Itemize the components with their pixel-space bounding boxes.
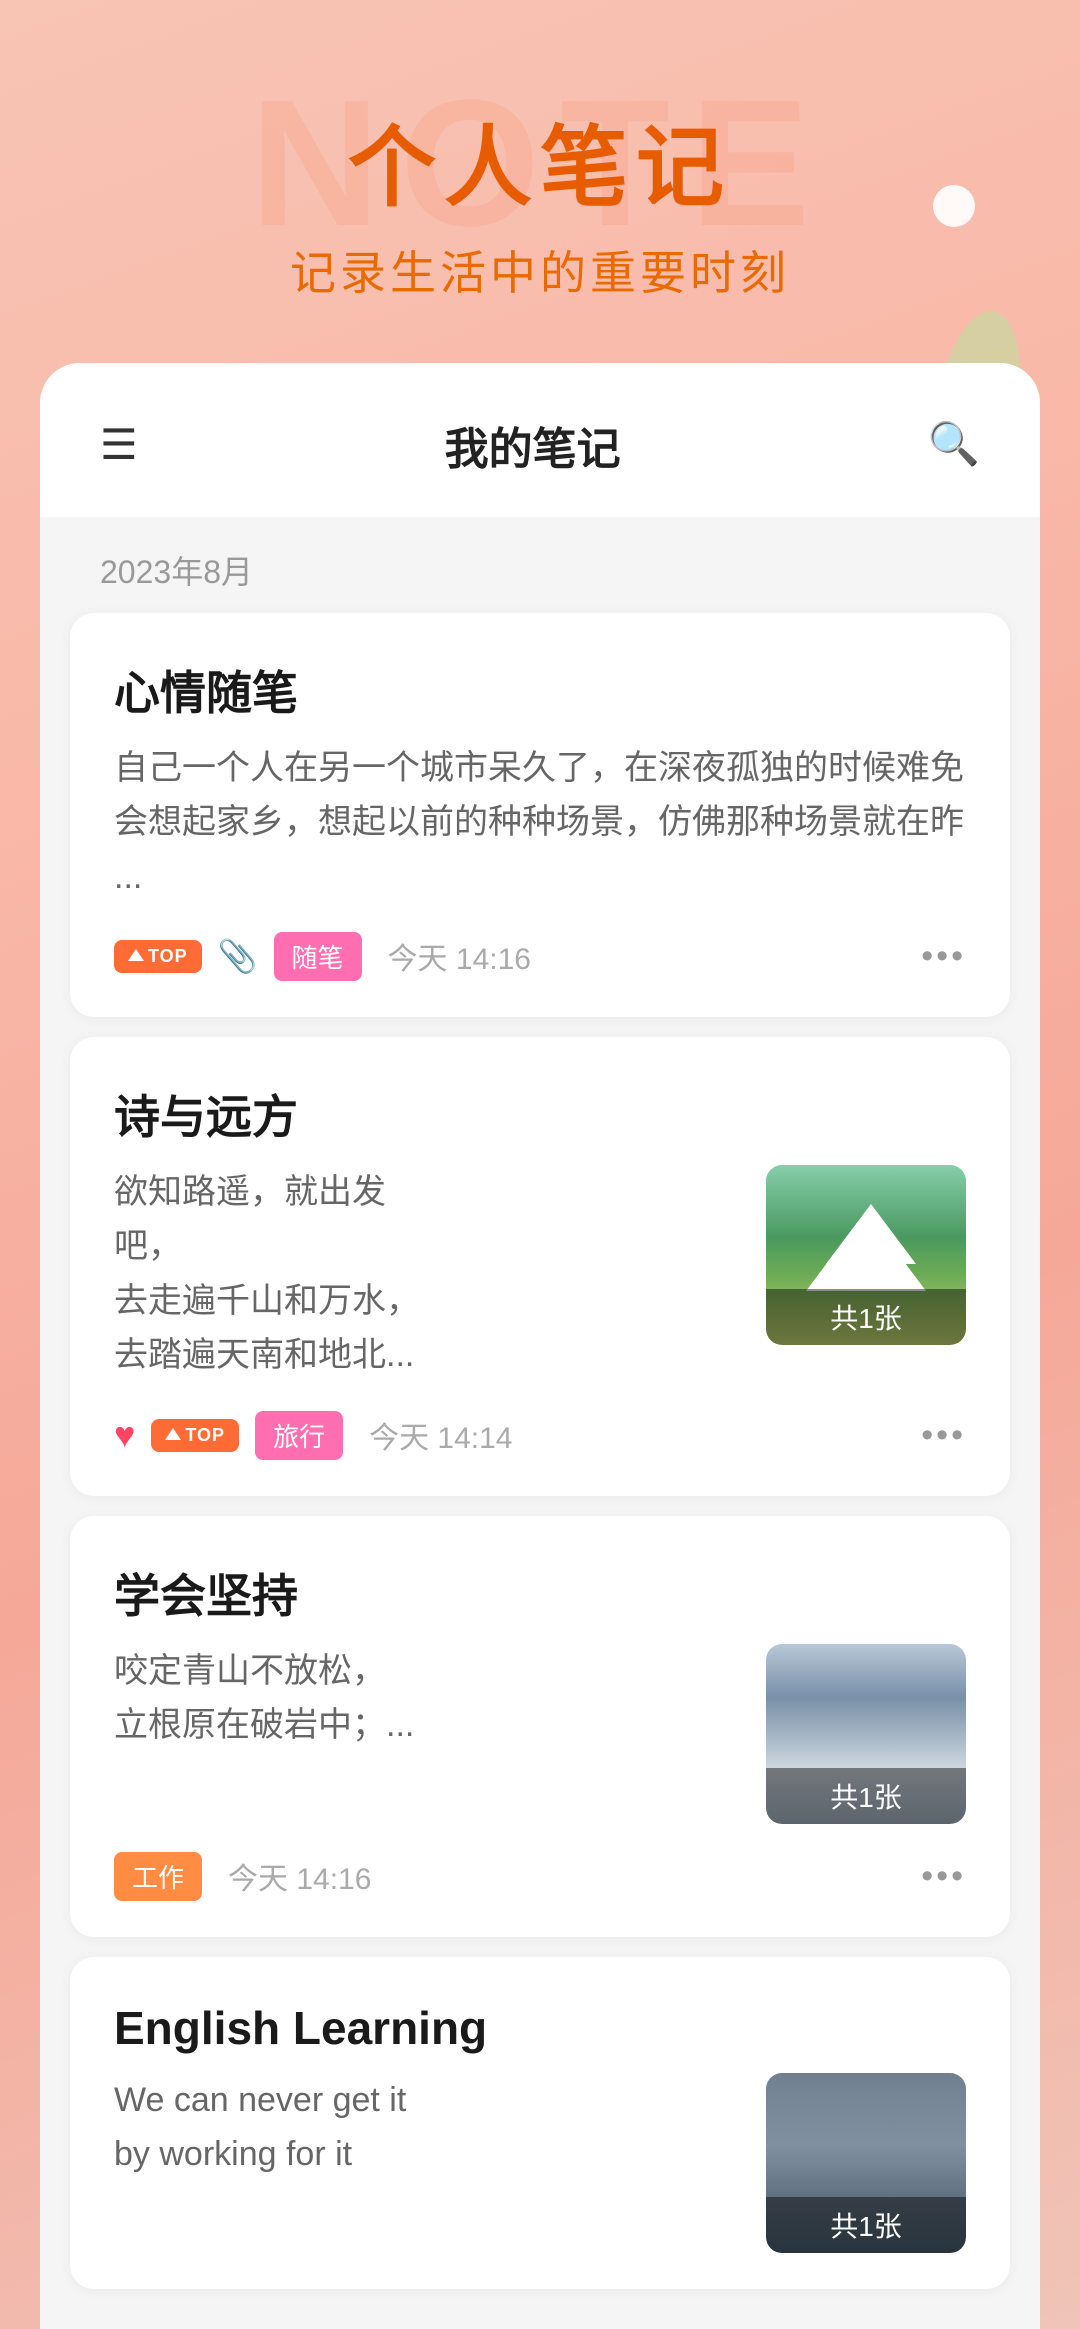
note-card-4[interactable]: English Learning We can never get it by … [70,1957,1010,2289]
note-content-1: 自己一个人在另一个城市呆久了，在深夜孤独的时候难免 会想起家乡，想起以前的种种场… [114,741,966,904]
top-text-2: TOP [185,1425,225,1446]
main-title: 个人笔记 [0,120,1080,217]
note-content-4: We can never get it by working for it 共1… [114,2073,966,2253]
image-count-4: 共1张 [766,2197,966,2253]
more-button-1[interactable]: ••• [921,937,966,976]
note-text-3: 咬定青山不放松， 立根原在破岩中；... [114,1644,434,1753]
note-tags-1: TOP 📎 随笔 今天 14:16 [114,932,531,981]
note-content-3: 咬定青山不放松， 立根原在破岩中；... 共1张 [114,1644,966,1824]
note-text-line1: 自己一个人在另一个城市呆久了，在深夜孤独的时候难免 [114,749,964,787]
note-time-3: 今天 14:16 [228,1854,371,1898]
note-footer-3: 工作 今天 14:16 ••• [114,1852,966,1901]
note-title-1: 心情随笔 [114,657,966,723]
top-arrow-icon-2 [165,1428,181,1440]
note-footer-2: ♥ TOP 旅行 今天 14:14 ••• [114,1411,966,1460]
heart-icon-2: ♥ [114,1414,135,1456]
date-label: 2023年8月 [100,554,253,590]
note-text-line1-2: 欲知路遥，就出发吧， [114,1173,386,1265]
note-time-2: 今天 14:14 [369,1413,512,1457]
note-footer-1: TOP 📎 随笔 今天 14:16 ••• [114,932,966,981]
main-card: ☰ 我的笔记 🔍 2023年8月 心情随笔 自己一个人在另一个城市呆久了，在深夜… [40,363,1040,2329]
note-tags-3: 工作 今天 14:16 [114,1852,371,1901]
app-header: ☰ 我的笔记 🔍 [40,363,1040,517]
note-text-2: 欲知路遥，就出发吧， 去走遍千山和万水，去踏遍天南和地北... [114,1165,434,1383]
note-card-3[interactable]: 学会坚持 咬定青山不放松， 立根原在破岩中；... 共1张 工作 今天 14:1… [70,1516,1010,1937]
top-text: TOP [148,946,188,967]
header-section: 个人笔记 记录生活中的重要时刻 [0,0,1080,303]
attachment-icon: 📎 [218,937,258,975]
top-arrow-icon [128,949,144,961]
tag-label-1: 随笔 [274,932,362,981]
note-image-2: 共1张 [766,1165,966,1345]
note-content-2: 欲知路遥，就出发吧， 去走遍千山和万水，去踏遍天南和地北... 共1张 [114,1165,966,1383]
search-icon[interactable]: 🔍 [928,420,980,469]
app-title: 我的笔记 [445,413,621,477]
note-title-4: English Learning [114,2001,966,2055]
date-section: 2023年8月 [40,517,1040,613]
note-text-line1-3: 咬定青山不放松， [114,1652,386,1690]
note-text-line2-3: 立根原在破岩中；... [114,1706,414,1744]
note-card-2[interactable]: 诗与远方 欲知路遥，就出发吧， 去走遍千山和万水，去踏遍天南和地北... 共1张… [70,1037,1010,1496]
note-text-line1-4: We can never get it by working for it [114,2081,406,2173]
menu-icon[interactable]: ☰ [100,420,138,469]
note-title-2: 诗与远方 [114,1081,966,1147]
note-time-1: 今天 14:16 [388,934,531,978]
note-title-3: 学会坚持 [114,1560,966,1626]
tag-top-1: TOP [114,940,202,973]
note-text-4: We can never get it by working for it [114,2073,434,2182]
tag-label-2: 旅行 [255,1411,343,1460]
note-text-line2-2: 去走遍千山和万水，去踏遍天南和地北... [114,1282,420,1374]
image-count-3: 共1张 [766,1768,966,1824]
note-text-1: 自己一个人在另一个城市呆久了，在深夜孤独的时候难免 会想起家乡，想起以前的种种场… [114,741,966,904]
image-count-2: 共1张 [766,1289,966,1345]
note-image-4: 共1张 [766,2073,966,2253]
subtitle: 记录生活中的重要时刻 [0,237,1080,303]
note-card-1[interactable]: 心情随笔 自己一个人在另一个城市呆久了，在深夜孤独的时候难免 会想起家乡，想起以… [70,613,1010,1017]
note-text-line2: 会想起家乡，想起以前的种种场景，仿佛那种场景就在昨 ... [114,803,964,895]
tag-top-2: TOP [151,1419,239,1452]
note-image-3: 共1张 [766,1644,966,1824]
more-button-2[interactable]: ••• [921,1416,966,1455]
note-tags-2: ♥ TOP 旅行 今天 14:14 [114,1411,513,1460]
tag-label-3: 工作 [114,1852,202,1901]
more-button-3[interactable]: ••• [921,1857,966,1896]
